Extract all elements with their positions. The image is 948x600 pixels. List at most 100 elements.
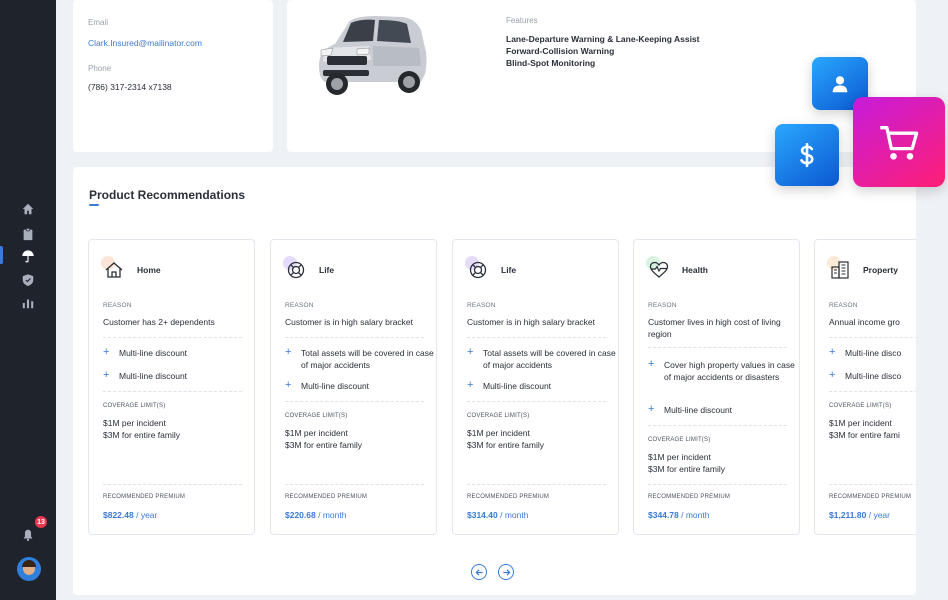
user-icon [832, 75, 848, 92]
cart-icon [880, 126, 919, 160]
benefit-item: + Total assets will be covered in case of… [467, 346, 616, 370]
contact-card: Email Clark.Insured@mailinator.com Phone… [73, 0, 273, 152]
coverage-value: $3M for entire family [467, 440, 544, 450]
features-list: Lane-Departure Warning & Lane-Keeping As… [506, 33, 699, 69]
divider [829, 391, 916, 392]
features-label: Features [506, 16, 538, 25]
reason-text: Customer lives in high cost of living re… [648, 317, 781, 339]
coverage-label: COVERAGE LIMIT(S) [285, 413, 348, 419]
heartbeat-icon [646, 256, 670, 281]
umbrella-icon[interactable] [20, 248, 36, 264]
reason-text: Annual income gro [829, 317, 900, 327]
building-icon [827, 256, 851, 281]
recommendation-card-life[interactable]: Life REASON Customer is in high salary b… [452, 239, 619, 535]
chart-icon[interactable] [20, 295, 36, 311]
reason-label: REASON [285, 302, 314, 309]
vehicle-image [319, 16, 427, 95]
premium-value: $1,211.80 / year [829, 510, 890, 520]
feature-item: Lane-Departure Warning & Lane-Keeping As… [506, 34, 700, 44]
home-icon [101, 256, 125, 281]
recommendation-card-home[interactable]: Home REASON Customer has 2+ dependents +… [88, 239, 255, 535]
title-underline [89, 204, 99, 206]
notification-badge: 13 [35, 516, 47, 528]
clipboard-icon[interactable] [20, 226, 36, 242]
dollar-app-icon [775, 124, 839, 186]
recommendation-card-health[interactable]: Health REASON Customer lives in high cos… [633, 239, 800, 535]
email-link[interactable]: Clark.Insured@mailinator.com [88, 38, 202, 48]
premium-value: $314.40 / month [467, 510, 529, 520]
reason-text: Customer is in high salary bracket [467, 317, 596, 327]
card-title: Property [863, 265, 898, 275]
card-title: Home [137, 265, 161, 275]
coverage-label: COVERAGE LIMIT(S) [829, 403, 892, 409]
reason-label: REASON [829, 302, 858, 309]
sidebar: 13 [0, 0, 56, 600]
coverage-value: $1M per incident [648, 452, 711, 462]
premium-value: $220.68 / month [285, 510, 347, 520]
previous-button[interactable] [471, 564, 487, 580]
email-label: Email [88, 18, 109, 27]
feature-item: Blind-Spot Monitoring [506, 58, 596, 68]
arrow-left-icon [475, 568, 483, 576]
divider [467, 401, 606, 402]
reason-text: Customer has 2+ dependents [103, 317, 215, 327]
divider [285, 401, 424, 402]
avatar[interactable] [17, 557, 41, 581]
feature-item: Forward-Collision Warning [506, 46, 615, 56]
nav-active-indicator [0, 246, 3, 264]
divider [467, 484, 606, 485]
divider [648, 347, 787, 348]
dollar-icon [800, 142, 814, 168]
divider [648, 484, 787, 485]
coverage-value: $1M per incident [285, 428, 348, 438]
coverage-value: $3M for entire family [285, 440, 362, 450]
phone-value: (786) 317-2314 x7138 [88, 82, 172, 92]
divider [648, 425, 787, 426]
card-title: Health [682, 265, 708, 275]
benefit-item: + Multi-line disco [829, 346, 902, 358]
next-button[interactable] [498, 564, 514, 580]
benefit-item: + Multi-line discount [648, 403, 733, 415]
card-title: Life [319, 265, 335, 275]
coverage-value: $3M for entire family [103, 430, 180, 440]
reason-label: REASON [467, 302, 496, 309]
recommendation-card-life[interactable]: Life REASON Customer is in high salary b… [270, 239, 437, 535]
premium-value: $822.48 / year [103, 510, 158, 520]
coverage-value: $3M for entire family [648, 464, 725, 474]
cart-app-icon [853, 97, 945, 187]
reason-text: Customer is in high salary bracket [285, 317, 414, 327]
divider [829, 484, 916, 485]
home-icon[interactable] [20, 201, 36, 217]
divider [103, 484, 242, 485]
divider [103, 337, 242, 338]
benefit-item: + Multi-line disco [829, 369, 902, 381]
premium-value: $344.78 / month [648, 510, 710, 520]
lifebuoy-icon [465, 256, 489, 281]
lifebuoy-icon [283, 256, 307, 281]
coverage-label: COVERAGE LIMIT(S) [103, 403, 166, 409]
coverage-label: COVERAGE LIMIT(S) [648, 437, 711, 443]
phone-label: Phone [88, 64, 112, 73]
reason-label: REASON [103, 302, 132, 309]
divider [285, 337, 424, 338]
divider [829, 337, 916, 338]
benefit-item: + Multi-line discount [285, 379, 370, 391]
arrow-right-icon [502, 568, 510, 576]
coverage-value: $3M for entire fami [829, 430, 900, 440]
premium-label: RECOMMENDED PREMIUM [648, 494, 731, 500]
card-title: Life [501, 265, 517, 275]
shield-icon[interactable] [20, 272, 36, 288]
divider [103, 391, 242, 392]
benefit-item: + Total assets will be covered in case of… [285, 346, 434, 370]
benefit-item: + Multi-line discount [103, 369, 188, 381]
benefit-item: + Cover high property values in case of m… [648, 358, 795, 382]
coverage-value: $1M per incident [829, 418, 892, 428]
recommendation-card-property[interactable]: Property REASON Annual income gro + Multi… [814, 239, 916, 535]
premium-label: RECOMMENDED PREMIUM [285, 494, 368, 500]
benefit-item: + Multi-line discount [103, 346, 188, 358]
bell-icon[interactable] [20, 527, 36, 543]
coverage-value: $1M per incident [103, 418, 166, 428]
divider [285, 484, 424, 485]
premium-label: RECOMMENDED PREMIUM [467, 494, 550, 500]
coverage-label: COVERAGE LIMIT(S) [467, 413, 530, 419]
